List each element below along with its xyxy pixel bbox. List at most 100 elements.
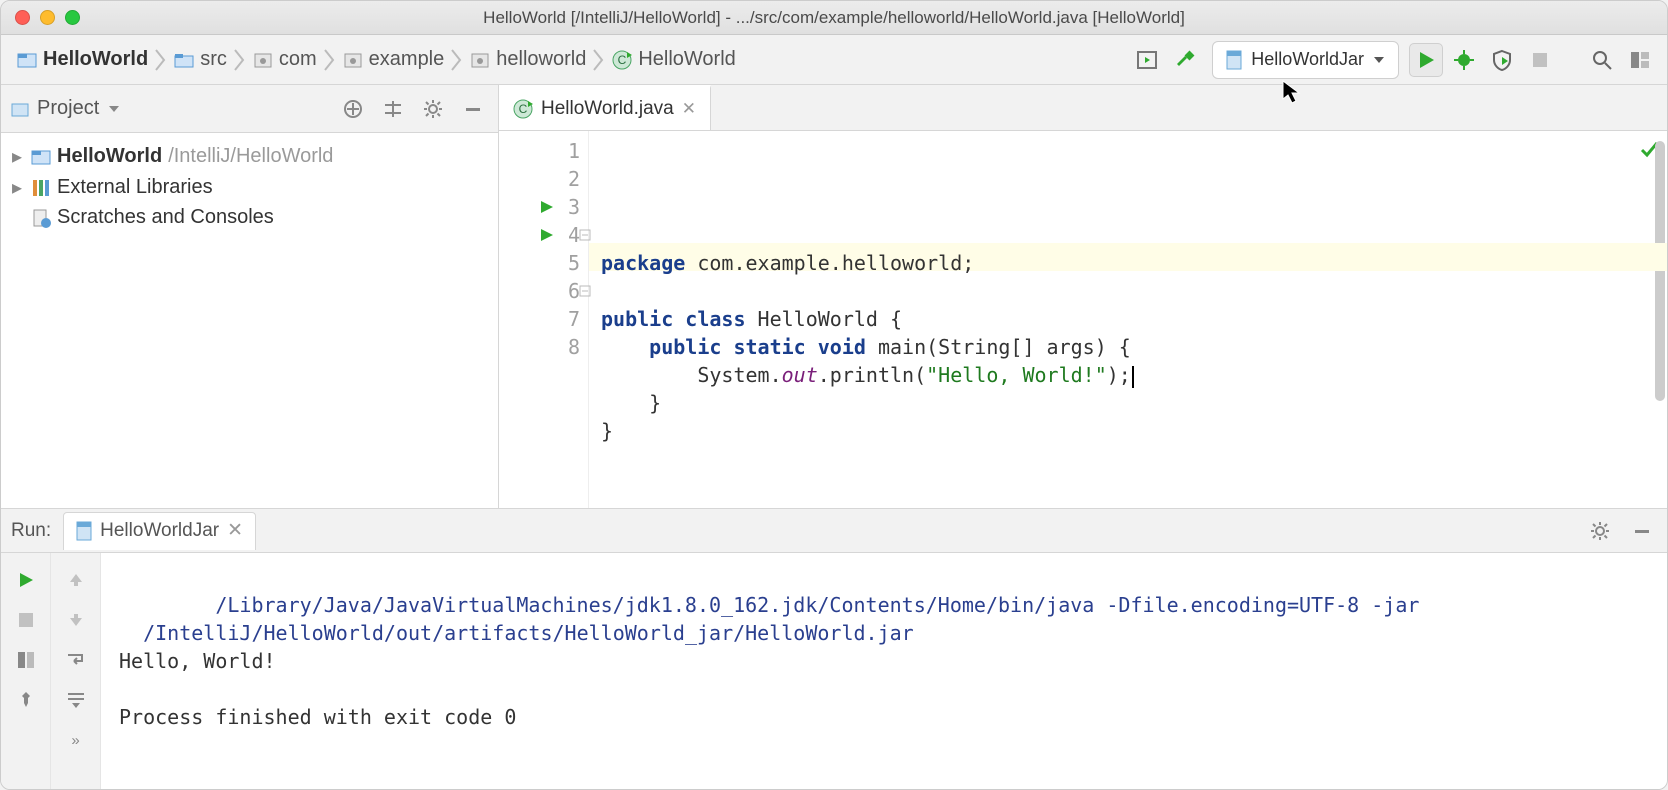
run-tool-window: Run: HelloWorldJar ✕ » — [1, 509, 1667, 789]
run-dashboard-icon[interactable] — [1130, 43, 1164, 77]
project-icon — [11, 100, 29, 118]
breadcrumb-label: HelloWorld — [638, 48, 735, 71]
breadcrumb-label: com — [279, 48, 317, 71]
svg-text:C: C — [618, 53, 627, 67]
console-stdout: Hello, World! — [119, 649, 276, 673]
tree-node-helloworld[interactable]: ▸ HelloWorld /IntelliJ/HelloWorld — [7, 141, 492, 172]
console-command: /Library/Java/JavaVirtualMachines/jdk1.8… — [119, 593, 1419, 645]
pin-button[interactable] — [11, 685, 41, 715]
hide-run-button[interactable] — [1627, 516, 1657, 546]
close-run-tab-button[interactable]: ✕ — [227, 519, 243, 542]
up-stack-button[interactable] — [61, 565, 91, 595]
search-everywhere-button[interactable] — [1585, 43, 1619, 77]
class-icon: C — [513, 99, 533, 119]
breadcrumb-item-helloworld[interactable]: helloworld — [464, 46, 592, 73]
breadcrumb-separator — [450, 47, 464, 73]
soft-wrap-button[interactable] — [61, 645, 91, 675]
breadcrumb-item-example[interactable]: example — [337, 46, 451, 73]
class-icon: C — [612, 50, 632, 70]
code-body[interactable]: package com.example.helloworld; public cl… — [589, 131, 1667, 508]
breadcrumb-separator — [592, 47, 606, 73]
layout-button[interactable] — [11, 645, 41, 675]
gear-icon — [1589, 520, 1611, 542]
project-structure-button[interactable] — [1623, 43, 1657, 77]
hide-button[interactable] — [458, 94, 488, 124]
code-editor[interactable]: 12345678 package com.example.helloworld;… — [499, 131, 1667, 508]
minimize-window-button[interactable] — [40, 10, 55, 25]
breadcrumb-item-com[interactable]: com — [247, 46, 323, 73]
code-line[interactable]: public static void main(String[] args) { — [601, 333, 1667, 361]
run-settings-button[interactable] — [1585, 516, 1615, 546]
package-icon — [343, 51, 363, 69]
run-config-label: HelloWorldJar — [1251, 49, 1364, 70]
code-line[interactable] — [601, 445, 1667, 473]
coverage-button[interactable] — [1485, 43, 1519, 77]
text-caret — [1132, 366, 1134, 388]
code-line[interactable] — [601, 277, 1667, 305]
gutter[interactable]: 12345678 — [499, 131, 589, 508]
breadcrumb-item-helloworld[interactable]: C HelloWorld — [606, 46, 741, 73]
settings-button[interactable] — [418, 94, 448, 124]
chevron-down-icon — [1372, 53, 1386, 67]
run-panel-tab[interactable]: HelloWorldJar ✕ — [63, 512, 256, 550]
editor-tab-helloworld[interactable]: C HelloWorld.java ✕ — [499, 85, 711, 130]
run-left-toolbar — [1, 553, 51, 789]
console-output[interactable]: /Library/Java/JavaVirtualMachines/jdk1.8… — [101, 553, 1667, 789]
package-icon — [470, 51, 490, 69]
code-line[interactable]: } — [601, 389, 1667, 417]
breadcrumb-separator — [323, 47, 337, 73]
build-button[interactable] — [1168, 43, 1202, 77]
stop-button[interactable] — [1523, 43, 1557, 77]
editor-tabs: C HelloWorld.java ✕ — [499, 85, 1667, 131]
code-line[interactable]: package com.example.helloworld; — [601, 249, 1667, 277]
breadcrumb-item-helloworld[interactable]: HelloWorld — [11, 46, 154, 73]
breadcrumb-item-src[interactable]: src — [168, 46, 233, 73]
expand-arrow-icon[interactable]: ▸ — [9, 144, 25, 169]
rerun-button[interactable] — [11, 565, 41, 595]
gear-icon — [423, 99, 443, 119]
code-line[interactable]: public class HelloWorld { — [601, 305, 1667, 333]
window-title: HelloWorld [/IntelliJ/HelloWorld] - .../… — [1, 8, 1667, 28]
project-view-selector[interactable]: Project — [11, 97, 121, 120]
stop-run-button[interactable] — [11, 605, 41, 635]
module-icon — [31, 148, 51, 166]
zoom-window-button[interactable] — [65, 10, 80, 25]
tree-node-label: Scratches and Consoles — [57, 206, 274, 229]
run-gutter-icon[interactable] — [539, 199, 555, 215]
expand-arrow-icon[interactable]: ▸ — [9, 175, 25, 200]
close-window-button[interactable] — [15, 10, 30, 25]
breadcrumb-separator — [154, 47, 168, 73]
run-panel-tab-label: HelloWorldJar — [100, 520, 219, 542]
console-status: Process finished with exit code 0 — [119, 705, 516, 729]
tree-node-label: External Libraries — [57, 176, 213, 199]
package-icon — [253, 51, 273, 69]
breadcrumb: HelloWorld src com example helloworld C HelloW… — [11, 46, 742, 73]
locate-button[interactable] — [338, 94, 368, 124]
run-console-toolbar: » — [51, 553, 101, 789]
more-button[interactable]: » — [61, 725, 91, 755]
run-button[interactable] — [1409, 43, 1443, 77]
run-gutter-icon[interactable] — [539, 227, 555, 243]
tree-node-scratches-and-consoles[interactable]: Scratches and Consoles — [7, 203, 492, 232]
project-tree[interactable]: ▸ HelloWorld /IntelliJ/HelloWorld ▸ Externa… — [1, 133, 498, 508]
expand-all-button[interactable] — [378, 94, 408, 124]
chevron-down-icon — [107, 102, 121, 116]
breadcrumb-label: example — [369, 48, 445, 71]
down-stack-button[interactable] — [61, 605, 91, 635]
run-config-selector[interactable]: HelloWorldJar — [1212, 41, 1399, 79]
svg-text:C: C — [519, 102, 528, 116]
libs-icon — [31, 178, 51, 198]
module-icon — [17, 51, 37, 69]
scroll-end-button[interactable] — [61, 685, 91, 715]
editor-area: C HelloWorld.java ✕ 12345678 package com… — [499, 85, 1667, 508]
code-line[interactable]: } — [601, 417, 1667, 445]
tree-node-path: /IntelliJ/HelloWorld — [168, 145, 333, 168]
close-tab-button[interactable]: ✕ — [682, 99, 696, 119]
tree-node-label: HelloWorld — [57, 145, 162, 168]
code-line[interactable]: System.out.println("Hello, World!"); — [601, 361, 1667, 389]
tree-node-external-libraries[interactable]: ▸ External Libraries — [7, 172, 492, 203]
run-panel-title: Run: — [11, 520, 51, 542]
folder-icon — [174, 51, 194, 69]
title-bar: HelloWorld [/IntelliJ/HelloWorld] - .../… — [1, 1, 1667, 35]
debug-button[interactable] — [1447, 43, 1481, 77]
